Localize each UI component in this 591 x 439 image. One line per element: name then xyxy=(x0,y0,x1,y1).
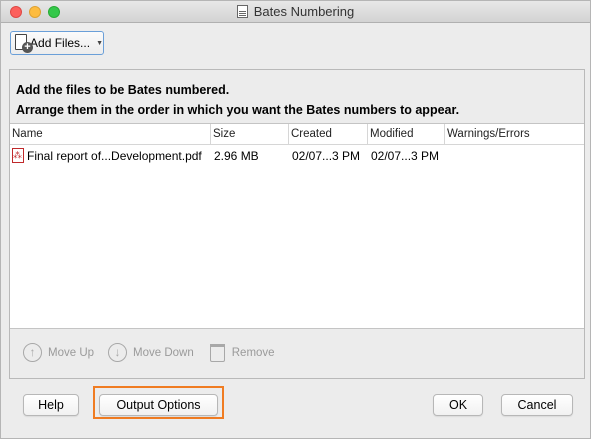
column-header-created[interactable]: Created xyxy=(289,124,368,145)
file-created-cell: 02/07...3 PM xyxy=(292,149,361,163)
move-up-label: Move Up xyxy=(48,346,95,359)
pdf-file-icon xyxy=(12,148,24,163)
file-name: Final report of...Development.pdf xyxy=(27,149,202,163)
files-table: Name Size Created Modified Warnings/Erro… xyxy=(10,123,584,329)
arrow-up-icon: ↑ xyxy=(23,343,42,362)
help-button[interactable]: Help xyxy=(23,394,79,416)
remove-button[interactable]: Remove xyxy=(208,343,275,362)
table-row[interactable]: Final report of...Development.pdf 2.96 M… xyxy=(10,145,584,167)
instructions-line-2: Arrange them in the order in which you w… xyxy=(16,103,460,117)
remove-label: Remove xyxy=(231,346,275,359)
column-header-size[interactable]: Size xyxy=(211,124,289,145)
file-size-cell: 2.96 MB xyxy=(214,149,259,163)
column-header-warnings[interactable]: Warnings/Errors xyxy=(445,124,584,145)
column-header-name[interactable]: Name xyxy=(10,124,211,145)
title-bar: Bates Numbering xyxy=(1,1,590,23)
move-down-label: Move Down xyxy=(133,346,194,359)
cancel-button[interactable]: Cancel xyxy=(501,394,573,416)
instructions-line-1: Add the files to be Bates numbered. xyxy=(16,83,230,97)
add-document-icon: + xyxy=(13,33,33,53)
trash-icon xyxy=(209,343,225,362)
move-up-button[interactable]: ↑ Move Up xyxy=(23,343,94,362)
add-files-label: Add Files... xyxy=(30,36,91,50)
bates-numbering-dialog: Bates Numbering + Add Files... ▼ Add the… xyxy=(0,0,591,439)
table-header: Name Size Created Modified Warnings/Erro… xyxy=(10,124,584,145)
output-options-button[interactable]: Output Options xyxy=(99,394,218,416)
add-files-button[interactable]: + Add Files... ▼ xyxy=(10,31,104,55)
move-down-button[interactable]: ↓ Move Down xyxy=(108,343,194,362)
files-panel: Add the files to be Bates numbered. Arra… xyxy=(9,69,585,379)
ok-button[interactable]: OK xyxy=(433,394,483,416)
file-modified-cell: 02/07...3 PM xyxy=(371,149,440,163)
instructions: Add the files to be Bates numbered. Arra… xyxy=(16,80,459,120)
window-title: Bates Numbering xyxy=(253,4,355,19)
window-title-container: Bates Numbering xyxy=(1,4,590,20)
arrow-down-icon: ↓ xyxy=(108,343,128,362)
column-header-modified[interactable]: Modified xyxy=(368,124,445,145)
row-actions: ↑ Move Up ↓ Move Down Remove xyxy=(23,343,289,362)
file-warnings-cell xyxy=(445,145,584,167)
document-icon xyxy=(236,5,248,18)
file-name-cell: Final report of...Development.pdf xyxy=(10,145,211,167)
chevron-down-icon: ▼ xyxy=(96,39,103,47)
